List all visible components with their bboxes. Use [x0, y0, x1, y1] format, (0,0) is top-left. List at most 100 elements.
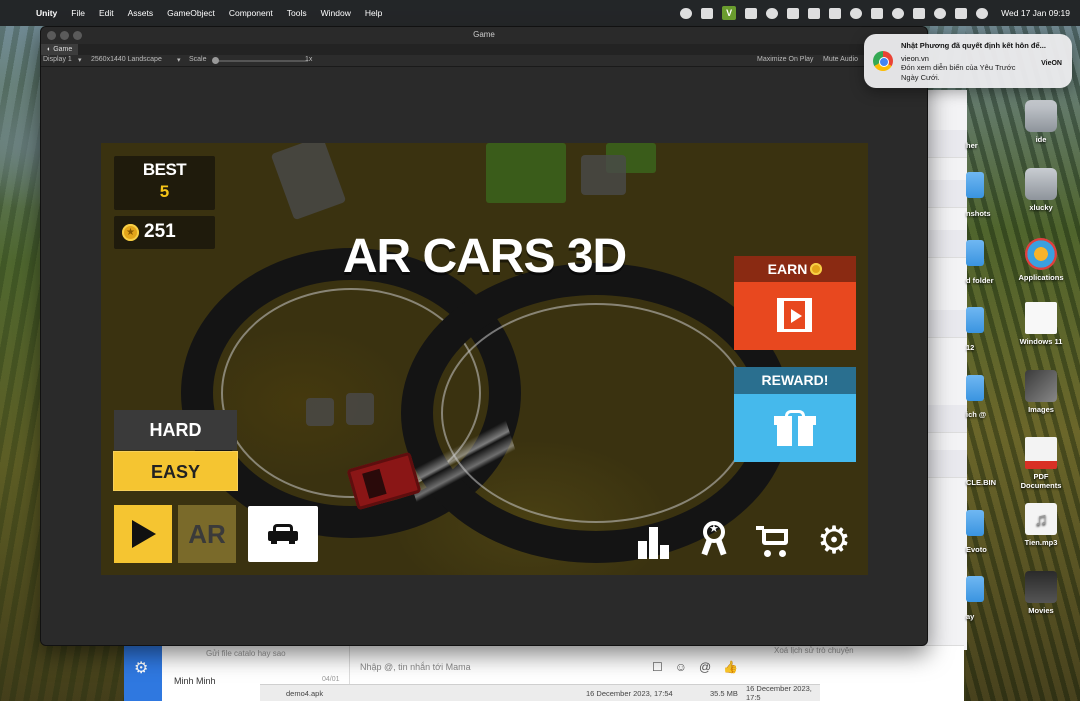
- leaderboard-button[interactable]: [636, 523, 672, 559]
- desktop-label: 12: [966, 343, 975, 352]
- desktop-label: ay: [966, 612, 975, 621]
- desktop-icon-movies[interactable]: Movies: [1016, 571, 1066, 615]
- desktop-label: d folder: [966, 276, 994, 285]
- scale-slider-handle[interactable]: [212, 57, 219, 64]
- best-score-panel: BEST 5: [114, 156, 215, 210]
- menu-help[interactable]: Help: [365, 8, 382, 18]
- drive-icon: [1025, 100, 1057, 132]
- file-date-created: 16 December 2023, 17:54: [586, 688, 673, 698]
- play-icon[interactable]: [850, 7, 863, 19]
- desktop-folder-icon: [966, 576, 984, 602]
- movie-icon: [1025, 571, 1057, 603]
- add-reaction-icon[interactable]: ☐: [652, 660, 663, 674]
- vim-icon[interactable]: V: [722, 6, 737, 20]
- message-input[interactable]: Nhập @, tin nhắn tới Mama: [360, 662, 471, 672]
- image-icon: [1025, 370, 1057, 402]
- display-icon[interactable]: [808, 7, 821, 19]
- game-view: BEST 5 ★ 251 AR CARS 3D EARN REWARD! HAR…: [41, 67, 927, 645]
- pdf-icon: [1025, 437, 1057, 469]
- chat-preview: Gửi file catalo hay sao: [206, 649, 286, 658]
- desktop-icon-tien-mp3[interactable]: ♫ Tien.mp3: [1016, 503, 1066, 547]
- garage-button[interactable]: [248, 506, 318, 562]
- notification-logo: VieON: [1041, 60, 1062, 67]
- desktop-icon-applications[interactable]: Applications: [1016, 238, 1066, 282]
- status-icon[interactable]: [787, 7, 800, 19]
- menu-app-name[interactable]: Unity: [36, 8, 57, 18]
- chat-contact-name[interactable]: Minh Minh: [174, 676, 216, 686]
- ar-mode-button[interactable]: AR: [178, 505, 236, 563]
- thumbs-up-icon[interactable]: 👍: [723, 660, 738, 674]
- scale-value: 1x: [305, 56, 313, 63]
- menu-window[interactable]: Window: [321, 8, 351, 18]
- settings-button[interactable]: ⚙: [816, 522, 852, 560]
- desktop-icon-xlucky[interactable]: xlucky: [1016, 168, 1066, 212]
- search-icon[interactable]: [892, 7, 905, 19]
- chat-date: 04/01: [322, 676, 340, 683]
- chat-toolbar: ☐ ☺ @ 👍: [652, 660, 738, 674]
- tab-game[interactable]: ◐ Game: [41, 44, 79, 55]
- chrome-notification[interactable]: Nhật Phương đã quyết định kết hôn để... …: [864, 34, 1072, 88]
- menu-assets[interactable]: Assets: [128, 8, 154, 18]
- car-window: [362, 468, 387, 499]
- resolution-dropdown-arrow-icon: ▾: [177, 57, 181, 64]
- best-value: 5: [159, 182, 170, 201]
- car-icon: [268, 524, 298, 544]
- mode-easy-button[interactable]: EASY: [113, 451, 238, 491]
- finder-file-row[interactable]: demo4.apk 16 December 2023, 17:54 35.5 M…: [260, 684, 820, 701]
- settings-gear-icon[interactable]: ⚙: [134, 658, 148, 678]
- display-dropdown-arrow-icon: ▾: [78, 57, 82, 64]
- scenery-tree: [486, 143, 566, 203]
- mute-audio-toggle[interactable]: Mute Audio: [823, 56, 858, 63]
- best-label: BEST: [142, 160, 187, 179]
- desktop-icon-windows11[interactable]: Windows 11: [1016, 302, 1066, 346]
- play-button[interactable]: [114, 505, 172, 563]
- menu-tools[interactable]: Tools: [287, 8, 307, 18]
- notification-body: Đón xem diễn biến của Yêu Trước Ngày Cướ…: [901, 63, 1016, 82]
- mode-hard-button[interactable]: HARD: [114, 410, 237, 450]
- desktop-label: Evoto: [966, 545, 987, 554]
- resolution-dropdown[interactable]: 2560x1440 Landscape: [91, 56, 162, 63]
- maximize-on-play-toggle[interactable]: Maximize On Play: [757, 56, 813, 63]
- chat-sidebar: ⚙: [124, 646, 162, 701]
- menu-component[interactable]: Component: [229, 8, 273, 18]
- menubar-clock[interactable]: Wed 17 Jan 09:19: [1001, 8, 1070, 18]
- menu-gameobject[interactable]: GameObject: [167, 8, 215, 18]
- game-canvas[interactable]: BEST 5 ★ 251 AR CARS 3D EARN REWARD! HAR…: [101, 143, 868, 575]
- menu-file[interactable]: File: [71, 8, 85, 18]
- race-track-right: [401, 263, 791, 563]
- scenery-block: [581, 155, 626, 195]
- desktop-icon-ide[interactable]: ide: [1016, 100, 1066, 144]
- menu-edit[interactable]: Edit: [99, 8, 114, 18]
- coin-icon: [810, 263, 823, 275]
- wifi-icon[interactable]: [934, 7, 947, 19]
- display-dropdown[interactable]: Display 1: [43, 56, 72, 63]
- achievements-button[interactable]: [696, 521, 732, 557]
- mention-icon[interactable]: @: [699, 660, 711, 674]
- desktop-folder-icon: [966, 510, 984, 536]
- status-icon[interactable]: [766, 7, 779, 19]
- scale-slider-track[interactable]: [214, 60, 308, 62]
- desktop-folder-icon: [966, 172, 984, 198]
- clear-history-link[interactable]: Xoá lịch sử trò chuyện: [774, 646, 854, 655]
- shop-button[interactable]: [756, 523, 792, 559]
- file-name: demo4.apk: [286, 688, 324, 698]
- desktop-folder-icon: [966, 375, 984, 401]
- chrome-icon: [873, 51, 893, 71]
- status-icon[interactable]: [701, 7, 714, 19]
- status-icon[interactable]: [829, 7, 842, 19]
- desktop-folder-icon: [966, 240, 984, 266]
- user-icon[interactable]: [913, 7, 926, 19]
- earn-label: EARN: [767, 261, 808, 277]
- window-titlebar[interactable]: Game: [41, 27, 927, 44]
- reward-button[interactable]: REWARD!: [734, 367, 856, 462]
- desktop-icon-images[interactable]: Images: [1016, 370, 1066, 414]
- desktop-icon-pdf-documents[interactable]: PDF Documents: [1016, 437, 1066, 490]
- status-icon[interactable]: [745, 7, 758, 19]
- siri-icon[interactable]: [976, 7, 989, 19]
- status-icon[interactable]: [680, 7, 693, 19]
- bluetooth-icon[interactable]: [871, 7, 884, 19]
- desktop-label: her: [966, 141, 978, 150]
- earn-button[interactable]: EARN: [734, 256, 856, 350]
- control-center-icon[interactable]: [955, 7, 968, 19]
- emoji-icon[interactable]: ☺: [675, 660, 687, 674]
